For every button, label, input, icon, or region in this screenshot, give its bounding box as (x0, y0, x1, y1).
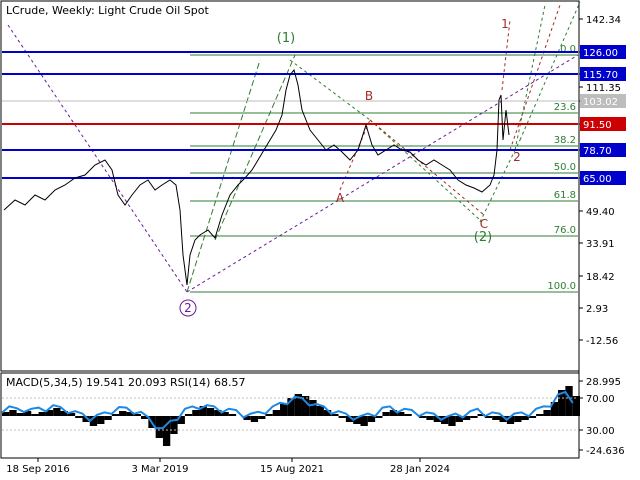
macd-bar (309, 400, 317, 416)
price-tick-label: 142.34 (586, 15, 621, 26)
level-badge-label: 126.00 (583, 48, 618, 59)
price-tick-label: 18.42 (586, 272, 615, 283)
macd-bar (31, 414, 39, 416)
macd-bar (360, 416, 368, 426)
wave-label-2-green: (2) (474, 230, 492, 245)
indicator-tick-label: -24.636 (586, 446, 625, 457)
macd-bar (367, 416, 376, 422)
macd-bar (119, 411, 127, 416)
macd-bar (9, 410, 17, 416)
macd-bar (111, 414, 120, 416)
macd-bar (272, 410, 281, 416)
level-badges: 126.00 115.70 103.02 91.50 78.70 65.00 (580, 45, 626, 185)
macd-bar (426, 416, 434, 420)
macd-bar (258, 416, 266, 419)
macd-bar (280, 404, 288, 416)
macd-bar (184, 414, 193, 416)
macd-bar (206, 408, 215, 416)
fib-label: 61.8 (554, 190, 576, 201)
indicator-tick-label: 30.00 (586, 426, 615, 437)
macd-bar (404, 414, 412, 416)
date-tick-label: 28 Jan 2024 (390, 464, 450, 475)
fib-label: 38.2 (554, 135, 576, 146)
date-axis-labels: 18 Sep 2016 3 Mar 2019 15 Aug 2021 28 Jan 2… (6, 458, 450, 475)
macd-bar (38, 412, 46, 416)
wave-label-1-brown: 1 (501, 17, 509, 31)
wave-label-a: A (336, 191, 345, 205)
wave-label-c: C (480, 217, 488, 231)
macd-bar (382, 412, 390, 416)
level-badge-label: 78.70 (583, 146, 612, 157)
price-chart[interactable]: 0.023.638.250.061.876.0100.0 (1)(2)BAC12… (0, 0, 640, 480)
indicator-tick-label: 70.00 (586, 394, 615, 405)
price-tick-label: 33.91 (586, 239, 615, 250)
chart-title: LCrude, Weekly: Light Crude Oil Spot (6, 4, 209, 17)
macd-bar (16, 413, 24, 416)
macd-bar (250, 416, 259, 422)
macd-bar (155, 416, 163, 438)
fib-label: 50.0 (554, 162, 576, 173)
price-tick-label: 111.35 (586, 83, 621, 94)
macd-bar (97, 416, 105, 424)
macd-bar (448, 416, 456, 426)
macd-bar (53, 408, 61, 416)
wave-label-1-green: (1) (277, 31, 295, 46)
main-pane-frame (0, 0, 580, 372)
indicator-tick-label: 28.995 (586, 377, 621, 388)
price-tick-label: 2.93 (586, 304, 608, 315)
macd-bar (536, 414, 544, 416)
macd-bar (470, 416, 478, 418)
macd-bar (75, 416, 83, 418)
macd-bar (514, 416, 522, 422)
date-tick-label: 15 Aug 2021 (260, 464, 324, 475)
macd-bar (338, 416, 346, 418)
macd-bar (192, 410, 200, 416)
fib-label: 100.0 (547, 281, 576, 292)
level-badge-label: 103.02 (583, 97, 618, 108)
macd-bar (543, 410, 551, 416)
macd-bar (265, 414, 273, 416)
fib-label: 23.6 (554, 102, 576, 113)
macd-bar (170, 416, 178, 434)
fib-label: 76.0 (554, 225, 576, 236)
fib-label: 0.0 (560, 44, 576, 55)
wave-label-b: B (365, 89, 373, 103)
macd-bar (572, 396, 580, 416)
macd-bar (104, 416, 112, 420)
price-tick-label: 49.40 (586, 207, 615, 218)
level-badge-label: 65.00 (583, 174, 612, 185)
level-badge-label: 115.70 (583, 70, 618, 81)
indicator-label: MACD(5,34,5) 19.541 20.093 RSI(14) 68.57 (6, 376, 245, 389)
macd-bar (316, 406, 324, 416)
level-badge-label: 91.50 (583, 120, 612, 131)
date-tick-label: 18 Sep 2016 (6, 464, 69, 475)
macd-bar (492, 416, 500, 420)
wave-label-2-circled: 2 (184, 301, 192, 315)
wave-label-2-brown: 2 (513, 150, 521, 164)
price-tick-label: -12.56 (586, 336, 618, 347)
macd-bar (228, 414, 237, 416)
indicator-axis-ticks: 28.995 70.00 30.00 -24.636 (579, 377, 625, 457)
date-tick-label: 3 Mar 2019 (131, 464, 188, 475)
